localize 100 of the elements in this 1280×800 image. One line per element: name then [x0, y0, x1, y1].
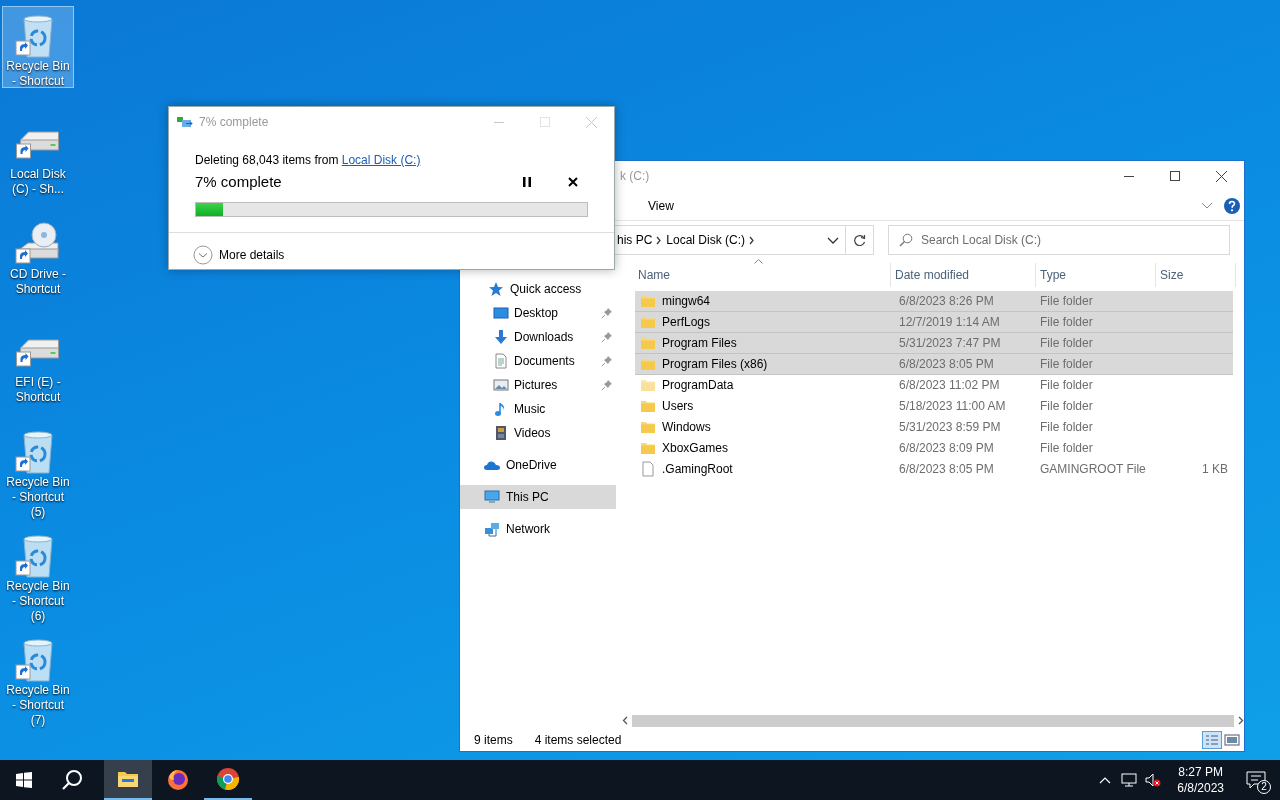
- folder-icon: [640, 335, 656, 351]
- date-cell-text: 6/8/2023 11:02 PM: [898, 377, 1001, 394]
- date-cell-text: 5/18/2023 11:00 AM: [898, 398, 1007, 415]
- type-cell-text: File folder: [1039, 440, 1094, 457]
- file-row[interactable]: Program Files (x86) 6/8/2023 8:05 PM File folder: [635, 354, 1233, 375]
- cd-drive-icon: [14, 219, 62, 267]
- folder-icon: [640, 314, 656, 330]
- window-title: 7% complete: [199, 114, 269, 131]
- chevron-down-icon: [193, 244, 213, 265]
- file-icon: [640, 461, 656, 477]
- chevron-right-icon: [656, 235, 663, 245]
- taskbar-app[interactable]: [104, 760, 152, 800]
- column-header[interactable]: Name: [626, 263, 891, 287]
- search-icon: [899, 233, 913, 247]
- date-cell-text: 12/7/2019 1:14 AM: [898, 314, 1001, 331]
- folder-icon: [640, 377, 656, 393]
- desktop-shortcut[interactable]: Local Disk (C) - Sh...: [2, 110, 74, 214]
- folder-icon: [640, 440, 656, 456]
- chrome-icon: [216, 767, 240, 791]
- nav-item[interactable]: Desktop: [460, 301, 616, 325]
- notification-count: 2: [1257, 780, 1271, 794]
- file-name: Program Files: [662, 335, 737, 352]
- refresh-button[interactable]: [846, 225, 874, 255]
- nav-item[interactable]: Network: [460, 517, 616, 541]
- column-header[interactable]: Type: [1036, 263, 1156, 287]
- chevron-right-icon: [749, 235, 756, 245]
- sort-caret-icon[interactable]: [754, 259, 763, 264]
- date-cell-text: 6/8/2023 8:09 PM: [898, 440, 995, 457]
- close-icon: [1215, 170, 1227, 182]
- dropdown-icon[interactable]: [827, 236, 839, 244]
- file-name: ProgramData: [662, 377, 734, 394]
- file-row[interactable]: mingw64 6/8/2023 8:26 PM File folder: [635, 291, 1233, 312]
- desktop-shortcut[interactable]: CD Drive - Shortcut: [2, 214, 74, 318]
- nav-item[interactable]: Downloads: [460, 325, 616, 349]
- message-icon: [1246, 771, 1266, 789]
- nav-item[interactable]: Pictures: [460, 373, 616, 397]
- file-row[interactable]: Users 5/18/2023 11:00 AM File folder: [635, 396, 1233, 417]
- maximize-icon: [1170, 171, 1180, 181]
- column-header[interactable]: Size: [1156, 263, 1236, 287]
- desktop-shortcut[interactable]: EFI (E) - Shortcut: [2, 318, 74, 422]
- desktop-icon: [493, 305, 509, 321]
- notification-button[interactable]: 2: [1232, 760, 1280, 800]
- horizontal-scrollbar[interactable]: [622, 712, 1244, 729]
- folder-icon: [640, 356, 656, 372]
- help-icon[interactable]: [1224, 197, 1240, 214]
- desktop-shortcut[interactable]: Recycle Bin - Shortcut (6): [2, 526, 74, 630]
- nav-item[interactable]: Videos: [460, 421, 616, 445]
- column-header[interactable]: Date modified: [891, 263, 1036, 287]
- file-name: .GamingRoot: [662, 461, 733, 478]
- star-icon: [488, 281, 504, 297]
- file-name: Program Files (x86): [662, 356, 768, 373]
- close-icon: [585, 116, 597, 128]
- file-row[interactable]: ProgramData 6/8/2023 11:02 PM File folder: [635, 375, 1233, 396]
- file-name: Users: [662, 398, 694, 415]
- document-icon: [493, 353, 509, 369]
- file-row[interactable]: .GamingRoot 6/8/2023 8:05 PM GAMINGROOT File 1 KB: [635, 459, 1233, 480]
- pause-icon: [523, 177, 531, 188]
- nav-item[interactable]: Quick access: [460, 277, 616, 301]
- nav-item[interactable]: Music: [460, 397, 616, 421]
- breadcrumb[interactable]: Local Disk (C:): [662, 231, 750, 249]
- date-cell-text: 6/8/2023 8:26 PM: [898, 293, 995, 310]
- nav-item[interactable]: This PC: [460, 485, 616, 509]
- copy-progress-icon: [177, 116, 193, 128]
- nav-item[interactable]: Documents: [460, 349, 616, 373]
- scroll-left-icon[interactable]: [622, 716, 628, 725]
- date-cell-text: 5/31/2023 7:47 PM: [898, 335, 1002, 352]
- type-cell-text: File folder: [1039, 377, 1094, 394]
- type-cell-text: File folder: [1039, 356, 1094, 373]
- scroll-right-icon[interactable]: [1238, 716, 1244, 725]
- type-cell-text: File folder: [1039, 335, 1094, 352]
- breadcrumb[interactable]: his PC: [613, 231, 657, 249]
- file-row[interactable]: Windows 5/31/2023 8:59 PM File folder: [635, 417, 1233, 438]
- maximize-icon: [540, 117, 550, 127]
- thumbnail-view-icon[interactable]: [1224, 733, 1240, 747]
- desktop-shortcut[interactable]: Recycle Bin - Shortcut (5): [2, 422, 74, 526]
- drive-icon: [16, 339, 60, 367]
- date-cell-text: 6/8/2023 8:05 PM: [898, 461, 995, 478]
- progress-heading: 7% complete: [195, 172, 282, 192]
- more-details-button[interactable]: More details: [193, 244, 285, 265]
- ribbon-tab[interactable]: View: [636, 194, 686, 217]
- type-cell-text: File folder: [1039, 398, 1094, 415]
- drive-link[interactable]: Local Disk (C:): [341, 153, 421, 167]
- clock[interactable]: 8:27 PM 6/8/2023: [1169, 764, 1232, 796]
- file-name: XboxGames: [662, 440, 729, 457]
- network-icon: [484, 521, 500, 537]
- file-row[interactable]: PerfLogs 12/7/2019 1:14 AM File folder: [635, 312, 1233, 333]
- start-icon: [16, 772, 32, 788]
- chevron-up-icon: [1099, 776, 1112, 784]
- chevron-down-icon[interactable]: [1202, 202, 1212, 209]
- file-row[interactable]: Program Files 5/31/2023 7:47 PM File folder: [635, 333, 1233, 354]
- speaker-icon: [1145, 773, 1162, 787]
- nav-item[interactable]: OneDrive: [460, 453, 616, 477]
- film-icon: [493, 425, 509, 441]
- folder-icon: [640, 293, 656, 309]
- type-cell-text: File folder: [1039, 419, 1094, 436]
- file-row[interactable]: XboxGames 6/8/2023 8:09 PM File folder: [635, 438, 1233, 459]
- search-field[interactable]: Search Local Disk (C:): [888, 225, 1230, 255]
- size-cell-text: 1 KB: [1201, 461, 1228, 478]
- status-message: Deleting 68,043 items from Local Disk (C:): [195, 152, 422, 169]
- folder-icon: [640, 398, 656, 414]
